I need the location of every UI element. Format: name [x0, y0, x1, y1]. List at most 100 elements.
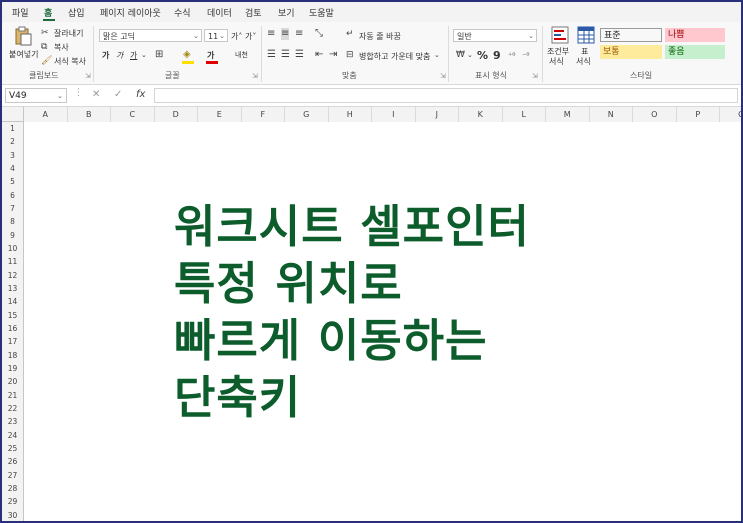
row-header[interactable]: 29: [2, 495, 23, 508]
borders-icon[interactable]: ⊞: [155, 49, 163, 61]
column-header[interactable]: G: [285, 107, 329, 122]
cut-button[interactable]: 잘라내기: [54, 28, 83, 39]
increase-font-button[interactable]: 가˄: [231, 31, 242, 42]
underline-button[interactable]: 가: [130, 50, 137, 61]
insert-function-icon[interactable]: fx: [136, 89, 145, 100]
row-header[interactable]: 1: [2, 122, 23, 135]
column-header[interactable]: E: [198, 107, 242, 122]
chevron-down-icon[interactable]: ⌄: [467, 49, 473, 61]
fill-color-icon[interactable]: ◈: [183, 49, 191, 61]
number-launcher-icon[interactable]: ⇲: [532, 72, 538, 80]
row-header[interactable]: 21: [2, 389, 23, 402]
cancel-icon[interactable]: ✕: [92, 89, 100, 100]
format-painter-button[interactable]: 서식 복사: [54, 56, 86, 67]
tab-formulas[interactable]: 수식: [174, 6, 191, 19]
formula-input[interactable]: [154, 88, 738, 103]
number-format-select[interactable]: 일반 ⌄: [453, 29, 537, 42]
style-bad[interactable]: 나쁨: [665, 28, 725, 42]
comma-button[interactable]: 9: [493, 49, 501, 62]
align-right-icon[interactable]: ☰: [295, 49, 304, 61]
row-header[interactable]: 24: [2, 429, 23, 442]
align-top-icon[interactable]: ≡: [267, 28, 275, 40]
wrap-text-button[interactable]: 자동 줄 바꿈: [359, 31, 401, 42]
chevron-down-icon[interactable]: ⌄: [141, 49, 147, 61]
clipboard-launcher-icon[interactable]: ⇲: [85, 72, 91, 80]
row-header[interactable]: 5: [2, 175, 23, 188]
tab-file[interactable]: 파일: [12, 6, 29, 19]
select-all-button[interactable]: [2, 107, 24, 122]
column-header[interactable]: A: [24, 107, 68, 122]
column-header[interactable]: B: [68, 107, 111, 122]
font-name-select[interactable]: 맑은 고딕 ⌄: [99, 29, 202, 42]
copy-button[interactable]: 복사: [54, 42, 69, 53]
row-header[interactable]: 28: [2, 482, 23, 495]
font-color-button[interactable]: 가: [207, 50, 214, 61]
bold-button[interactable]: 가: [102, 50, 109, 61]
row-header[interactable]: 19: [2, 362, 23, 375]
align-bottom-icon[interactable]: ≡: [295, 28, 303, 40]
row-header[interactable]: 12: [2, 269, 23, 282]
align-middle-icon[interactable]: ≡: [281, 28, 290, 40]
row-header[interactable]: 20: [2, 375, 23, 388]
row-header[interactable]: 7: [2, 202, 23, 215]
column-header[interactable]: M: [546, 107, 590, 122]
increase-decimal-icon[interactable]: ⁺⁰: [508, 50, 515, 62]
row-header[interactable]: 15: [2, 309, 23, 322]
style-neutral[interactable]: 보통: [600, 45, 662, 59]
row-header[interactable]: 2: [2, 135, 23, 148]
merge-center-button[interactable]: 병합하고 가운데 맞춤: [359, 51, 430, 62]
column-header[interactable]: C: [111, 107, 155, 122]
decrease-font-button[interactable]: 가˅: [245, 31, 256, 42]
row-header[interactable]: 10: [2, 242, 23, 255]
tab-data[interactable]: 데이터: [207, 6, 232, 19]
row-header[interactable]: 22: [2, 402, 23, 415]
row-header[interactable]: 3: [2, 149, 23, 162]
row-header[interactable]: 4: [2, 162, 23, 175]
enter-icon[interactable]: ✓: [114, 89, 122, 100]
row-header[interactable]: 18: [2, 349, 23, 362]
row-header[interactable]: 17: [2, 335, 23, 348]
row-header[interactable]: 6: [2, 189, 23, 202]
row-header[interactable]: 9: [2, 229, 23, 242]
italic-button[interactable]: 가: [116, 50, 123, 61]
chevron-down-icon[interactable]: ⌄: [434, 49, 440, 61]
column-header[interactable]: N: [590, 107, 633, 122]
row-header[interactable]: 8: [2, 215, 23, 228]
decrease-decimal-icon[interactable]: ⁻⁰: [522, 50, 529, 62]
column-header[interactable]: K: [459, 107, 503, 122]
column-header[interactable]: F: [242, 107, 285, 122]
row-header[interactable]: 26: [2, 455, 23, 468]
row-header[interactable]: 25: [2, 442, 23, 455]
tab-page-layout[interactable]: 페이지 레이아웃: [100, 6, 161, 19]
decrease-indent-icon[interactable]: ⇤: [315, 49, 323, 61]
font-size-select[interactable]: 11 ⌄: [204, 29, 228, 42]
increase-indent-icon[interactable]: ⇥: [329, 49, 337, 61]
row-header[interactable]: 16: [2, 322, 23, 335]
name-box[interactable]: V49 ⌄: [5, 88, 67, 103]
column-header[interactable]: H: [329, 107, 372, 122]
accounting-format-icon[interactable]: ₩: [456, 49, 465, 61]
phonetic-button[interactable]: 내천: [235, 50, 248, 60]
style-good[interactable]: 좋음: [665, 45, 725, 59]
column-header[interactable]: Q: [720, 107, 741, 122]
font-launcher-icon[interactable]: ⇲: [252, 72, 258, 80]
tab-home[interactable]: 홈: [44, 6, 52, 19]
percent-button[interactable]: %: [477, 49, 488, 62]
row-header[interactable]: 13: [2, 282, 23, 295]
conditional-format-button[interactable]: 조건부 서식: [547, 26, 573, 66]
column-header[interactable]: I: [372, 107, 416, 122]
row-header[interactable]: 14: [2, 295, 23, 308]
row-header[interactable]: 27: [2, 469, 23, 482]
column-header[interactable]: O: [633, 107, 677, 122]
column-header[interactable]: P: [677, 107, 720, 122]
alignment-launcher-icon[interactable]: ⇲: [440, 72, 446, 80]
tab-view[interactable]: 보기: [278, 6, 295, 19]
tab-help[interactable]: 도움말: [309, 6, 334, 19]
format-as-table-button[interactable]: 표 서식: [574, 26, 598, 66]
column-header[interactable]: D: [155, 107, 198, 122]
row-header[interactable]: 23: [2, 415, 23, 428]
tab-review[interactable]: 검토: [245, 6, 262, 19]
tab-insert[interactable]: 삽입: [68, 6, 85, 19]
row-header[interactable]: 30: [2, 509, 23, 521]
align-left-icon[interactable]: ☰: [267, 49, 276, 61]
